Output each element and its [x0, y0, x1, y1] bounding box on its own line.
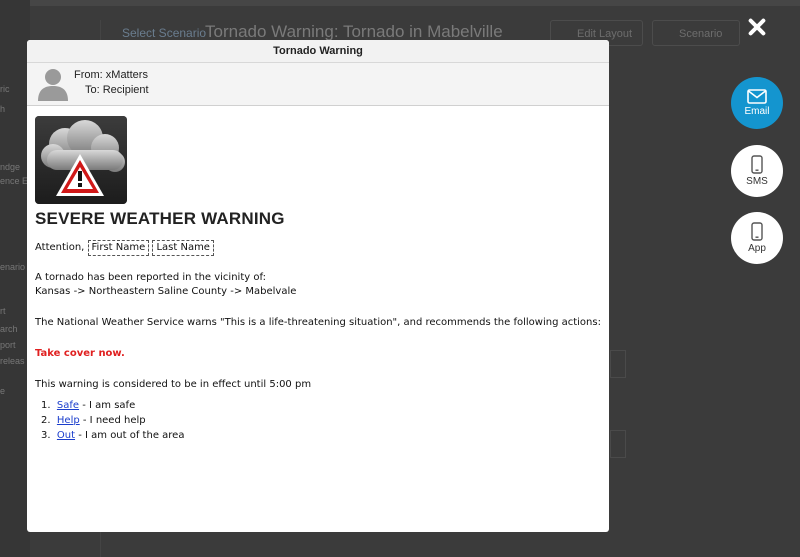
sms-channel-button[interactable]: SMS — [731, 145, 783, 197]
app-channel-label: App — [748, 243, 766, 254]
attention-label: Attention, — [35, 242, 85, 253]
modal-title: Tornado Warning — [27, 40, 609, 63]
first-name-field: First Name — [87, 240, 150, 256]
option-text: - I need help — [79, 415, 146, 426]
background-page-title: Tornado Warning: Tornado in Mabelville — [205, 22, 503, 41]
background-sidebar-text: ric — [0, 84, 10, 94]
phone-icon — [751, 155, 763, 174]
background-sidebar-text: rt — [0, 306, 6, 316]
effect-text: This warning is considered to be in effe… — [35, 379, 312, 390]
list-item: 1. Safe - I am safe — [41, 398, 601, 413]
sms-channel-label: SMS — [746, 176, 768, 187]
option-number: 1. — [41, 400, 51, 411]
location-text: Kansas -> Northeastern Saline County -> … — [35, 286, 297, 297]
background-edit-layout-label: Edit Layout — [577, 28, 633, 40]
email-to: To: Recipient — [85, 84, 149, 96]
list-item: 2. Help - I need help — [41, 413, 601, 428]
last-name-field: Last Name — [152, 240, 214, 256]
background-sidebar-text: h — [0, 104, 6, 114]
option-number: 2. — [41, 415, 51, 426]
background-select-scenario-link: Select Scenario — [122, 26, 207, 40]
mobile-app-icon — [751, 222, 763, 241]
background-scenario-button: Scenario — [652, 20, 740, 46]
user-avatar-icon — [37, 67, 69, 101]
background-sidebar-text: enario — [0, 262, 26, 272]
email-from: From: xMatters — [74, 69, 148, 81]
background-sidebar-text: ndge — [0, 162, 21, 172]
option-number: 3. — [41, 430, 51, 441]
envelope-icon — [747, 89, 767, 104]
safe-link[interactable]: Safe — [57, 400, 79, 411]
background-topbar — [0, 0, 800, 6]
background-sidebar-text: e — [0, 386, 6, 396]
response-options: 1. Safe - I am safe 2. Help - I need hel… — [35, 398, 601, 443]
help-link[interactable]: Help — [57, 415, 80, 426]
email-channel-label: Email — [744, 106, 770, 117]
email-body: SEVERE WEATHER WARNING Attention, First … — [35, 116, 601, 443]
background-sidebar-text: arch — [0, 324, 18, 334]
reported-text: A tornado has been reported in the vicin… — [35, 272, 266, 283]
close-icon[interactable] — [741, 12, 773, 44]
background-sidebar-text: releas — [0, 356, 25, 366]
email-channel-button[interactable]: Email — [731, 77, 783, 129]
message-preview-modal: Tornado Warning From: xMatters To: Recip… — [27, 40, 609, 532]
background-sidebar-text: ence E — [0, 176, 29, 186]
option-text: - I am safe — [79, 400, 136, 411]
app-channel-button[interactable]: App — [731, 212, 783, 264]
background-field — [610, 350, 626, 378]
storm-warning-icon — [35, 116, 127, 204]
attention-line: Attention, First Name Last Name — [35, 240, 601, 256]
list-item: 3. Out - I am out of the area — [41, 428, 601, 443]
email-headline: SEVERE WEATHER WARNING — [35, 209, 285, 228]
background-scenario-label: Scenario — [679, 28, 723, 40]
action-text: Take cover now. — [35, 348, 125, 359]
email-header: From: xMatters To: Recipient — [27, 63, 609, 106]
option-text: - I am out of the area — [75, 430, 185, 441]
nws-text: The National Weather Service warns "This… — [35, 317, 601, 328]
background-sidebar-text: port — [0, 340, 16, 350]
background-field — [610, 430, 626, 458]
out-link[interactable]: Out — [57, 430, 75, 441]
